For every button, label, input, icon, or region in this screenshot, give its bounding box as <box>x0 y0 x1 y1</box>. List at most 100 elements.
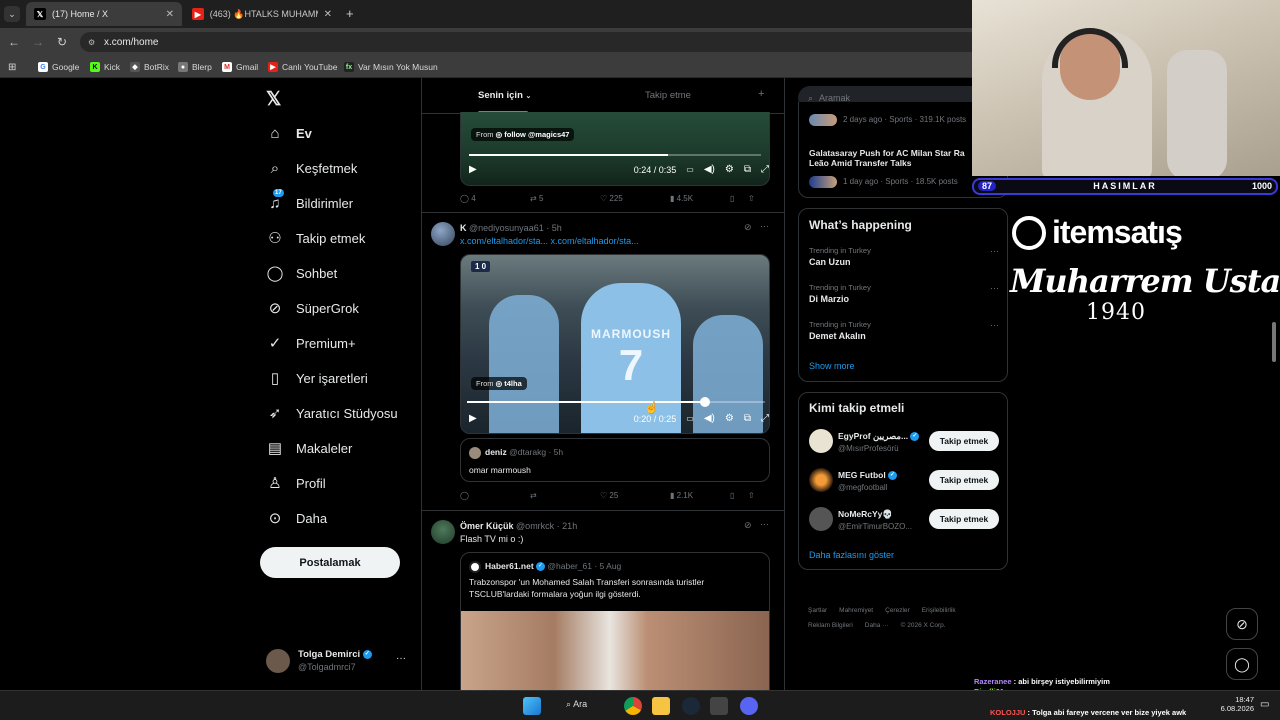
more-icon[interactable]: ··· <box>760 221 769 231</box>
footer-link[interactable]: Mahremiyet <box>839 607 873 614</box>
reply-action[interactable]: ◯ <box>460 491 530 500</box>
add-tab-icon[interactable]: + <box>758 88 764 100</box>
bookmark-varmisin[interactable]: fx Var Mısın Yok Musun <box>344 59 438 75</box>
taskbar-search[interactable]: ⌕ Ara <box>566 699 587 710</box>
bookmark-google[interactable]: G Google <box>38 59 79 75</box>
nav-supergrok[interactable]: ⊘ SüperGrok <box>266 295 359 321</box>
repost-action[interactable]: ⇄ 5 <box>530 194 600 203</box>
tab-following[interactable]: Takip etme <box>645 90 691 101</box>
volume-icon[interactable]: ◀) <box>704 413 715 424</box>
forward-icon[interactable]: → <box>30 34 46 50</box>
apps-icon[interactable]: ⊞ <box>8 59 16 75</box>
url-field[interactable]: ⚙ x.com/home <box>80 32 980 52</box>
account-switcher[interactable]: Tolga Demirci ✓ @Tolgadmrci7 ··· <box>266 648 412 676</box>
reload-icon[interactable]: ↻ <box>54 34 70 50</box>
follow-button[interactable]: Takip etmek <box>929 470 999 490</box>
tab-for-you[interactable]: Senin için ⌄ <box>478 90 531 101</box>
app-icon[interactable] <box>710 697 728 715</box>
x-logo[interactable]: 𝕏 <box>266 88 286 110</box>
bookmark-icon[interactable]: ▯ <box>730 491 748 500</box>
pip-icon[interactable]: ⧉ <box>744 413 751 424</box>
reply-action[interactable]: ◯ 4 <box>460 194 530 203</box>
trend-item[interactable]: Trending in Turkey Can Uzun ··· <box>809 246 999 267</box>
video-player[interactable]: From ◎ follow @magics47 ▶ 0:24 / 0:35 ▭ … <box>460 112 770 186</box>
footer-link[interactable]: Çerezler <box>885 607 910 614</box>
bookmark-kick[interactable]: K Kick <box>90 59 120 75</box>
close-tab-icon[interactable]: ✕ <box>324 9 332 20</box>
share-icon[interactable]: ⇧ <box>748 194 755 203</box>
views-action[interactable]: ▮ 2.1K <box>670 491 730 500</box>
footer-link[interactable]: Şartlar <box>808 607 827 614</box>
follow-suggestion[interactable]: EgyProf مصريين... ✓ @MısırProfesörü Taki… <box>809 429 1001 455</box>
nav-notifications[interactable]: ♫ 17 Bildirimler <box>266 189 353 216</box>
show-more-link[interactable]: Show more <box>809 361 855 371</box>
play-icon[interactable]: ▶ <box>469 164 477 175</box>
bookmark-botrix[interactable]: ◆ BotRix <box>130 59 169 75</box>
grok-icon[interactable]: ⊘ <box>744 520 752 531</box>
scrollbar[interactable] <box>1272 322 1276 362</box>
notifications-icon[interactable]: ▭ <box>1260 699 1269 710</box>
more-icon[interactable]: ··· <box>990 320 999 330</box>
follow-suggestion[interactable]: NoMeRcYy💀 @EmirTimurBOZO... Takip etmek <box>809 507 1001 533</box>
follow-button[interactable]: Takip etmek <box>929 509 999 529</box>
quote-post[interactable]: Haber61.net ✓ @haber_61 · 5 Aug Trabzons… <box>460 552 770 702</box>
nav-profile[interactable]: ♙ Profil <box>266 470 325 496</box>
new-tab-button[interactable]: + <box>346 6 354 21</box>
tab-x-home[interactable]: 𝕏 (17) Home / X ✕ <box>26 2 182 26</box>
nav-home[interactable]: ⌂ Ev <box>266 120 311 146</box>
fullscreen-icon[interactable]: ⤢ <box>761 164 769 175</box>
bookmark-blerp[interactable]: ● Blerp <box>178 59 212 75</box>
like-action[interactable]: ♡ 225 <box>600 194 670 203</box>
author-name[interactable]: Ömer Küçük <box>460 521 514 531</box>
grok-icon[interactable]: ⊘ <box>744 222 752 233</box>
nav-more[interactable]: ⊙ Daha <box>266 505 327 531</box>
video-progress[interactable] <box>469 154 761 156</box>
quote-post[interactable]: deniz @dtarakg · 5h omar marmoush <box>460 438 770 482</box>
clock[interactable]: 18:47 6.08.2026 <box>1214 695 1254 713</box>
more-icon[interactable]: ··· <box>760 519 769 529</box>
author-name[interactable]: K <box>460 223 467 233</box>
quote-image[interactable] <box>461 611 769 701</box>
avatar[interactable] <box>431 520 455 544</box>
captions-icon[interactable]: ▭ <box>686 414 694 423</box>
show-more-link[interactable]: Daha fazlasını göster <box>809 550 894 560</box>
video-player[interactable]: MARMOUSH 7 1 0 From ◎ t4lha ▶ 0:20 / 0:2… <box>460 254 770 434</box>
bookmark-youtube[interactable]: ▶ Canlı YouTube <box>268 59 337 75</box>
like-action[interactable]: ♡ 25 <box>600 491 670 500</box>
settings-icon[interactable]: ⚙ <box>725 164 734 175</box>
views-action[interactable]: ▮ 4.5K <box>670 194 730 203</box>
nav-premium[interactable]: ✓ Premium+ <box>266 330 356 356</box>
messages-fab[interactable]: ◯ <box>1226 648 1258 680</box>
chrome-icon[interactable] <box>624 697 642 715</box>
captions-icon[interactable]: ▭ <box>686 165 694 174</box>
footer-link[interactable]: Reklam Bilgileri <box>808 622 853 629</box>
pip-icon[interactable]: ⧉ <box>744 164 751 175</box>
back-icon[interactable]: ← <box>6 34 22 50</box>
file-explorer-icon[interactable] <box>652 697 670 715</box>
tab-list-button[interactable]: ⌄ <box>4 6 20 22</box>
post-link[interactable]: x.com/eltalhador/sta... x.com/eltalhador… <box>460 236 639 246</box>
more-icon[interactable]: ··· <box>990 246 999 256</box>
follow-suggestion[interactable]: MEG Futbol ✓ @megfootball Takip etmek <box>809 468 1001 494</box>
more-icon[interactable]: ··· <box>396 653 406 664</box>
nav-bookmarks[interactable]: ▯ Yer işaretleri <box>266 365 368 391</box>
footer-link[interactable]: Daha ··· <box>865 622 889 629</box>
trend-item[interactable]: Trending in Turkey Demet Akalın ··· <box>809 320 999 341</box>
nav-follow[interactable]: ⚇ Takip etmek <box>266 225 365 251</box>
site-info-icon[interactable]: ⚙ <box>88 38 95 47</box>
footer-link[interactable]: Erişilebilirlik <box>922 607 956 614</box>
nav-explore[interactable]: ⌕ Keşfetmek <box>266 155 358 181</box>
bookmark-icon[interactable]: ▯ <box>730 194 748 203</box>
fullscreen-icon[interactable]: ⤢ <box>761 413 769 424</box>
nav-creator-studio[interactable]: ➶ Yaratıcı Stüdyosu <box>266 400 398 426</box>
more-icon[interactable]: ··· <box>990 283 999 293</box>
bookmark-gmail[interactable]: M Gmail <box>222 59 258 75</box>
volume-icon[interactable]: ◀) <box>704 164 715 175</box>
post-button[interactable]: Postalamak <box>260 547 400 578</box>
nav-articles[interactable]: ▤ Makaleler <box>266 435 352 461</box>
repost-action[interactable]: ⇄ <box>530 491 600 500</box>
avatar[interactable] <box>431 222 455 246</box>
follow-button[interactable]: Takip etmek <box>929 431 999 451</box>
tab-youtube[interactable]: ▶ (463) 🔥HTALKS MUHAMMED ✕ <box>184 2 340 26</box>
close-tab-icon[interactable]: ✕ <box>166 9 174 20</box>
